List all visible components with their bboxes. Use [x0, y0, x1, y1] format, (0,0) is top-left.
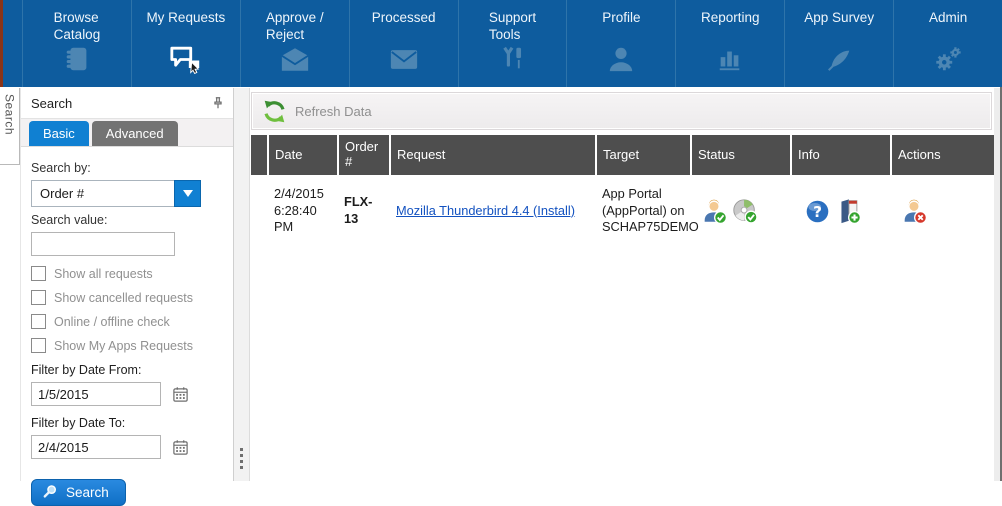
user-approved-icon — [700, 197, 728, 225]
column-header-blank — [251, 135, 267, 175]
date-to-label: Filter by Date To: — [31, 416, 233, 430]
date-to-input[interactable] — [31, 435, 161, 459]
gears-icon — [894, 39, 1002, 79]
column-header-target[interactable]: Target — [597, 135, 690, 175]
refresh-data-button[interactable]: Refresh Data — [251, 92, 992, 130]
row-status-cell — [692, 197, 790, 225]
calendar-icon[interactable] — [169, 383, 191, 405]
column-header-order[interactable]: Order # — [339, 135, 389, 175]
checkbox-label: Show My Apps Requests — [54, 339, 193, 353]
cancel-request-icon[interactable] — [900, 197, 928, 225]
checkbox-online-offline-check[interactable]: Online / offline check — [31, 314, 233, 329]
checkbox-label: Show cancelled requests — [54, 291, 193, 305]
search-tabbar: Basic Advanced — [21, 119, 233, 147]
checkbox-icon[interactable] — [31, 338, 46, 353]
column-header-actions[interactable]: Actions — [892, 135, 995, 175]
nav-item-reporting[interactable]: Reporting — [675, 0, 784, 87]
nav-item-my-requests[interactable]: My Requests — [131, 0, 240, 87]
pin-icon[interactable] — [211, 96, 225, 110]
nav-item-label: Profile — [602, 10, 640, 27]
checkbox-icon[interactable] — [31, 266, 46, 281]
search-panel: Search Basic Advanced Search by: Order #… — [20, 88, 234, 481]
column-header-info[interactable]: Info — [792, 135, 890, 175]
search-value-input[interactable] — [31, 232, 175, 256]
table-header: Date Order # Request Target Status Info … — [251, 135, 992, 175]
add-to-catalog-icon[interactable] — [834, 197, 862, 225]
search-panel-header: Search — [21, 88, 233, 119]
row-date: 2/4/2015 6:28:40 PM — [269, 186, 337, 236]
svg-text:?: ? — [813, 202, 822, 220]
envelope-icon — [350, 39, 458, 79]
row-actions-cell — [892, 197, 995, 225]
nav-item-support-tools[interactable]: Support Tools — [458, 0, 567, 87]
checkbox-label: Show all requests — [54, 267, 153, 281]
checkbox-show-my-apps-requests[interactable]: Show My Apps Requests — [31, 338, 233, 353]
refresh-data-label: Refresh Data — [295, 104, 372, 119]
splitter-grip-icon — [240, 448, 243, 469]
collapsed-search-tab[interactable]: Search — [0, 88, 20, 165]
calendar-icon[interactable] — [169, 436, 191, 458]
catalog-book-icon — [23, 39, 131, 79]
panel-splitter[interactable] — [234, 88, 250, 481]
main-content: Refresh Data Date Order # Request Target… — [250, 88, 994, 481]
nav-item-approve-reject[interactable]: Approve / Reject — [240, 0, 349, 87]
search-by-selected-value: Order # — [31, 180, 174, 207]
search-by-label: Search by: — [31, 161, 233, 175]
column-header-status[interactable]: Status — [692, 135, 790, 175]
refresh-icon — [262, 99, 287, 124]
search-value-label: Search value: — [31, 213, 233, 227]
collapsed-search-tab-label: Search — [3, 88, 17, 135]
row-target: App Portal (AppPortal) on SCHAP75DEMO — [597, 186, 690, 236]
nav-item-processed[interactable]: Processed — [349, 0, 458, 87]
chevron-down-icon — [183, 190, 193, 197]
nav-item-browse-catalog[interactable]: Browse Catalog — [22, 0, 131, 87]
bar-chart-icon — [676, 39, 784, 79]
table-body: 2/4/2015 6:28:40 PM FLX-13 Mozilla Thund… — [251, 175, 992, 247]
media-success-icon — [731, 197, 759, 225]
tab-advanced[interactable]: Advanced — [92, 121, 178, 146]
search-button-label: Search — [66, 485, 109, 500]
row-request: Mozilla Thunderbird 4.4 (Install) — [391, 203, 595, 220]
nav-item-label: My Requests — [146, 10, 225, 27]
row-order-number: FLX-13 — [339, 194, 389, 227]
column-header-request[interactable]: Request — [391, 135, 595, 175]
chat-bubbles-icon — [132, 39, 240, 79]
nav-item-admin[interactable]: Admin — [893, 0, 1002, 87]
nav-item-label: Admin — [929, 10, 967, 27]
search-panel-body: Search by: Order # Search value: Show al… — [21, 147, 233, 506]
date-from-label: Filter by Date From: — [31, 363, 233, 377]
nav-item-profile[interactable]: Profile — [566, 0, 675, 87]
open-envelope-icon — [241, 39, 349, 79]
nav-item-label: Reporting — [701, 10, 760, 27]
nav-item-label: Processed — [372, 10, 436, 27]
date-from-input[interactable] — [31, 382, 161, 406]
window-accent-edge — [0, 0, 3, 87]
search-button[interactable]: Search — [31, 479, 126, 506]
checkbox-icon[interactable] — [31, 290, 46, 305]
checkbox-show-all-requests[interactable]: Show all requests — [31, 266, 233, 281]
tools-icon — [459, 39, 567, 79]
dropdown-button[interactable] — [174, 180, 201, 207]
nav-item-label: App Survey — [804, 10, 874, 27]
row-info-cell: ? — [792, 197, 890, 225]
pen-icon — [785, 39, 893, 79]
request-link[interactable]: Mozilla Thunderbird 4.4 (Install) — [396, 203, 575, 220]
checkbox-show-cancelled-requests[interactable]: Show cancelled requests — [31, 290, 233, 305]
search-by-select[interactable]: Order # — [31, 180, 201, 207]
tab-basic[interactable]: Basic — [29, 121, 89, 146]
search-panel-title: Search — [31, 96, 72, 111]
table-row: 2/4/2015 6:28:40 PM FLX-13 Mozilla Thund… — [251, 175, 992, 247]
checkbox-icon[interactable] — [31, 314, 46, 329]
column-header-date[interactable]: Date — [269, 135, 337, 175]
top-navigation: Browse Catalog My Requests Approve / Rej… — [0, 0, 1002, 87]
nav-item-app-survey[interactable]: App Survey — [784, 0, 893, 87]
help-status-icon[interactable]: ? — [804, 198, 831, 225]
magnifier-icon — [42, 484, 58, 500]
checkbox-label: Online / offline check — [54, 315, 170, 329]
person-icon — [567, 39, 675, 79]
